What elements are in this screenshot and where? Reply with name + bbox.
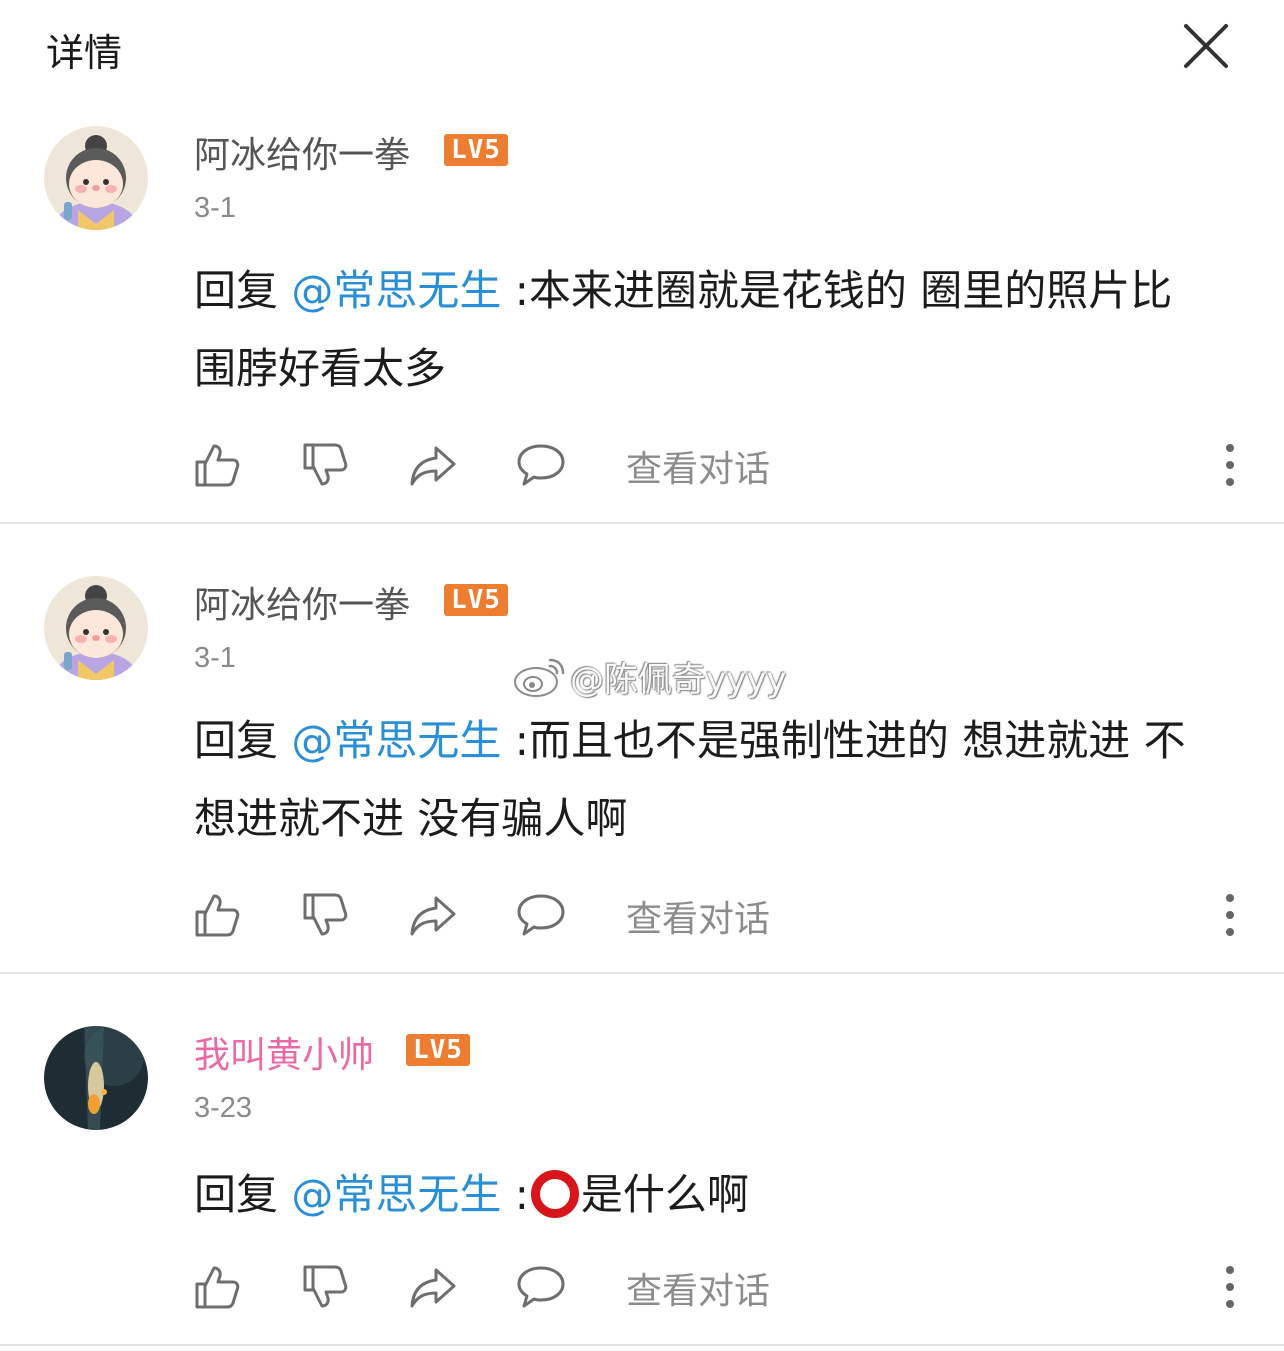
like-button[interactable]: [192, 440, 242, 490]
dislike-button[interactable]: [300, 890, 350, 940]
username[interactable]: 我叫黄小帅: [194, 1026, 374, 1078]
share-arrow-icon: [410, 1268, 456, 1308]
comment-text-line: :: [501, 1170, 529, 1219]
comment-button[interactable]: [516, 1262, 566, 1312]
like-button[interactable]: [192, 890, 242, 940]
share-arrow-icon: [410, 896, 456, 936]
username[interactable]: 阿冰给你一拳: [194, 126, 410, 178]
more-dot-icon: [1226, 894, 1234, 902]
level-badge: LV5: [444, 584, 508, 616]
comment-date: 3-1: [194, 642, 236, 674]
reply-prefix: 回复: [194, 266, 292, 315]
close-icon: [1184, 24, 1228, 68]
comment-text-line: 围脖好看太多: [194, 344, 447, 393]
weibo-logo-icon: [514, 658, 565, 697]
view-conversation-link[interactable]: 查看对话: [626, 440, 770, 492]
page-title: 详情: [46, 31, 123, 75]
comment-text-line: 想进就不进 没有骗人啊: [194, 794, 628, 843]
comment-item: 阿冰给你一拳 LV5 3-1 回复 @常思无生 :而且也不是强制性进的 想进就进…: [0, 524, 1284, 974]
weibo-watermark: @陈佩奇yyyy: [512, 650, 786, 702]
level-badge: LV5: [406, 1034, 470, 1066]
thumbs-up-icon: [195, 894, 240, 937]
reply-prefix: 回复: [194, 716, 292, 765]
more-options-button[interactable]: [1212, 436, 1248, 494]
comment-text: 回复 @常思无生 : 是什么啊: [194, 1156, 1254, 1234]
share-arrow-icon: [410, 446, 456, 486]
action-bar: 查看对话: [0, 434, 1284, 494]
dislike-button[interactable]: [300, 1262, 350, 1312]
speech-bubble-icon: [517, 1266, 565, 1308]
comment-text: 回复 @常思无生 :而且也不是强制性进的 想进就进 不 想进就不进 没有骗人啊: [194, 702, 1254, 858]
like-button[interactable]: [192, 1262, 242, 1312]
mention-link[interactable]: @常思无生: [291, 1170, 501, 1219]
share-button[interactable]: [408, 1262, 458, 1312]
view-conversation-link[interactable]: 查看对话: [626, 1262, 770, 1314]
comment-text-line: :本来进圈就是花钱的 圈里的照片比: [501, 266, 1173, 315]
speech-bubble-icon: [517, 444, 565, 486]
avatar[interactable]: [44, 1026, 148, 1130]
thumbs-up-icon: [195, 1266, 240, 1309]
speech-bubble-icon: [517, 894, 565, 936]
more-dot-icon: [1226, 1300, 1234, 1308]
comment-button[interactable]: [516, 890, 566, 940]
action-bar: 查看对话: [0, 884, 1284, 944]
view-conversation-link[interactable]: 查看对话: [626, 890, 770, 942]
comment-date: 3-1: [194, 192, 236, 224]
comment-item: 我叫黄小帅 LV5 3-23 回复 @常思无生 : 是什么啊 查看对话: [0, 974, 1284, 1346]
username[interactable]: 阿冰给你一拳: [194, 576, 410, 628]
avatar-cartoon-girl-image: [44, 126, 148, 230]
action-bar: 查看对话: [0, 1256, 1284, 1316]
thumbs-down-icon: [303, 1265, 348, 1308]
comment-date: 3-23: [194, 1092, 253, 1124]
avatar-dark-scene-image: [44, 1026, 148, 1130]
avatar[interactable]: [44, 126, 148, 230]
close-button[interactable]: [1180, 22, 1232, 70]
thumbs-down-icon: [303, 443, 348, 486]
more-options-button[interactable]: [1212, 1258, 1248, 1316]
mention-link[interactable]: @常思无生: [291, 266, 501, 315]
share-button[interactable]: [408, 440, 458, 490]
avatar-cartoon-girl-image: [44, 576, 148, 680]
more-dot-icon: [1226, 928, 1234, 936]
reply-prefix: 回复: [194, 1170, 292, 1219]
red-circle-emoji-icon: [530, 1170, 579, 1218]
avatar[interactable]: [44, 576, 148, 680]
more-dot-icon: [1226, 444, 1234, 452]
top-bar: 详情: [0, 0, 1284, 96]
more-dot-icon: [1226, 461, 1234, 469]
comment-text: 回复 @常思无生 :本来进圈就是花钱的 圈里的照片比 围脖好看太多: [194, 252, 1254, 408]
comment-item: 阿冰给你一拳 LV5 3-1 回复 @常思无生 :本来进圈就是花钱的 圈里的照片…: [0, 96, 1284, 524]
more-dot-icon: [1226, 1266, 1234, 1274]
watermark-text: @陈佩奇yyyy: [570, 659, 787, 700]
comment-button[interactable]: [516, 440, 566, 490]
more-dot-icon: [1226, 478, 1234, 486]
share-button[interactable]: [408, 890, 458, 940]
mention-link[interactable]: @常思无生: [291, 716, 501, 765]
comment-text-line: :而且也不是强制性进的 想进就进 不: [501, 716, 1186, 765]
level-badge: LV5: [444, 134, 508, 166]
more-dot-icon: [1226, 1283, 1234, 1291]
thumbs-down-icon: [303, 893, 348, 936]
comment-text-line: 是什么啊: [580, 1170, 749, 1219]
more-dot-icon: [1226, 911, 1234, 919]
thumbs-up-icon: [195, 444, 240, 487]
more-options-button[interactable]: [1212, 886, 1248, 944]
dislike-button[interactable]: [300, 440, 350, 490]
